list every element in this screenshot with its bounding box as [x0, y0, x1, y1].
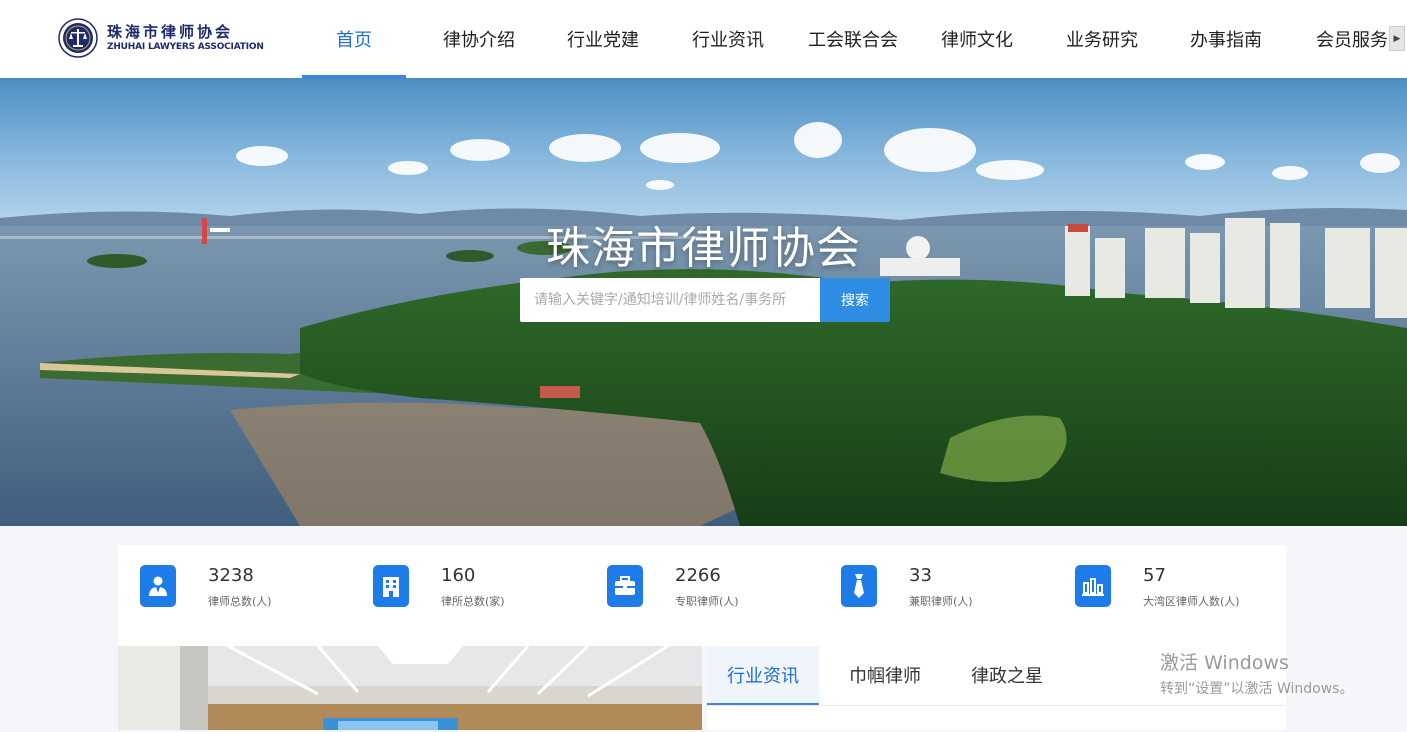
stat-label: 专职律师(人)	[675, 595, 739, 608]
logo-name-en: ZHUHAI LAWYERS ASSOCIATION	[107, 41, 264, 52]
nav-item-industry-news[interactable]: 行业资讯	[666, 0, 790, 78]
hero-title: 珠海市律师协会	[546, 223, 861, 274]
stat-value: 33	[909, 565, 932, 586]
meeting-room-image	[118, 646, 702, 730]
nav-item-about[interactable]: 律协介绍	[417, 0, 541, 78]
stat-label: 律师总数(人)	[208, 595, 272, 608]
tab-women-lawyers[interactable]: 巾帼律师	[829, 646, 941, 704]
nav-item-research[interactable]: 业务研究	[1040, 0, 1164, 78]
statistics-panel: 3238 律师总数(人) 160 律所总数(家) 2266 专职律师(人) 33…	[118, 545, 1286, 646]
site-logo[interactable]: 珠海市律师协会 ZHUHAI LAWYERS ASSOCIATION	[58, 18, 264, 58]
stat-value: 160	[441, 565, 476, 586]
nav-item-party-building[interactable]: 行业党建	[541, 0, 665, 78]
stat-label: 大湾区律师人数(人)	[1143, 595, 1240, 608]
stat-value: 2266	[675, 565, 721, 586]
building-icon	[373, 565, 409, 607]
nav-item-trade-union[interactable]: 工会联合会	[791, 0, 915, 78]
nav-item-guide[interactable]: 办事指南	[1164, 0, 1288, 78]
news-list-item[interactable]	[731, 724, 1261, 732]
stat-value: 3238	[208, 565, 254, 586]
featured-news-photo[interactable]	[118, 646, 702, 730]
bay-area-chart-icon	[1075, 565, 1111, 607]
nav-item-lawyer-culture[interactable]: 律师文化	[915, 0, 1039, 78]
search-input[interactable]	[520, 278, 820, 322]
stat-value: 57	[1143, 565, 1166, 586]
site-search: 搜索	[520, 278, 890, 322]
site-header: 珠海市律师协会 ZHUHAI LAWYERS ASSOCIATION 首页 律协…	[0, 0, 1407, 78]
nav-item-home[interactable]: 首页	[302, 0, 406, 78]
stat-label: 律所总数(家)	[441, 595, 505, 608]
logo-name-cn: 珠海市律师协会	[107, 22, 234, 41]
tab-industry-news[interactable]: 行业资讯	[707, 646, 819, 706]
tab-legal-stars[interactable]: 律政之星	[951, 646, 1063, 704]
briefcase-icon	[607, 565, 643, 607]
caret-right-icon: ▶	[1393, 33, 1401, 44]
lawyer-person-icon	[140, 565, 176, 607]
lawyers-association-emblem	[58, 18, 98, 58]
necktie-icon	[841, 565, 877, 607]
nav-item-member-services[interactable]: 会员服务	[1289, 0, 1389, 78]
nav-scroll-right-button[interactable]: ▶	[1389, 26, 1405, 51]
watermark-title: 激活 Windows	[1160, 652, 1289, 674]
tab-divider	[707, 705, 1286, 706]
windows-activation-watermark: 激活 Windows 转到“设置”以激活 Windows。	[1160, 648, 1353, 698]
stat-label: 兼职律师(人)	[909, 595, 973, 608]
watermark-subtitle: 转到“设置”以激活 Windows。	[1160, 681, 1354, 697]
hero-banner: 珠海市律师协会 搜索	[0, 78, 1407, 526]
search-button[interactable]: 搜索	[820, 278, 890, 322]
